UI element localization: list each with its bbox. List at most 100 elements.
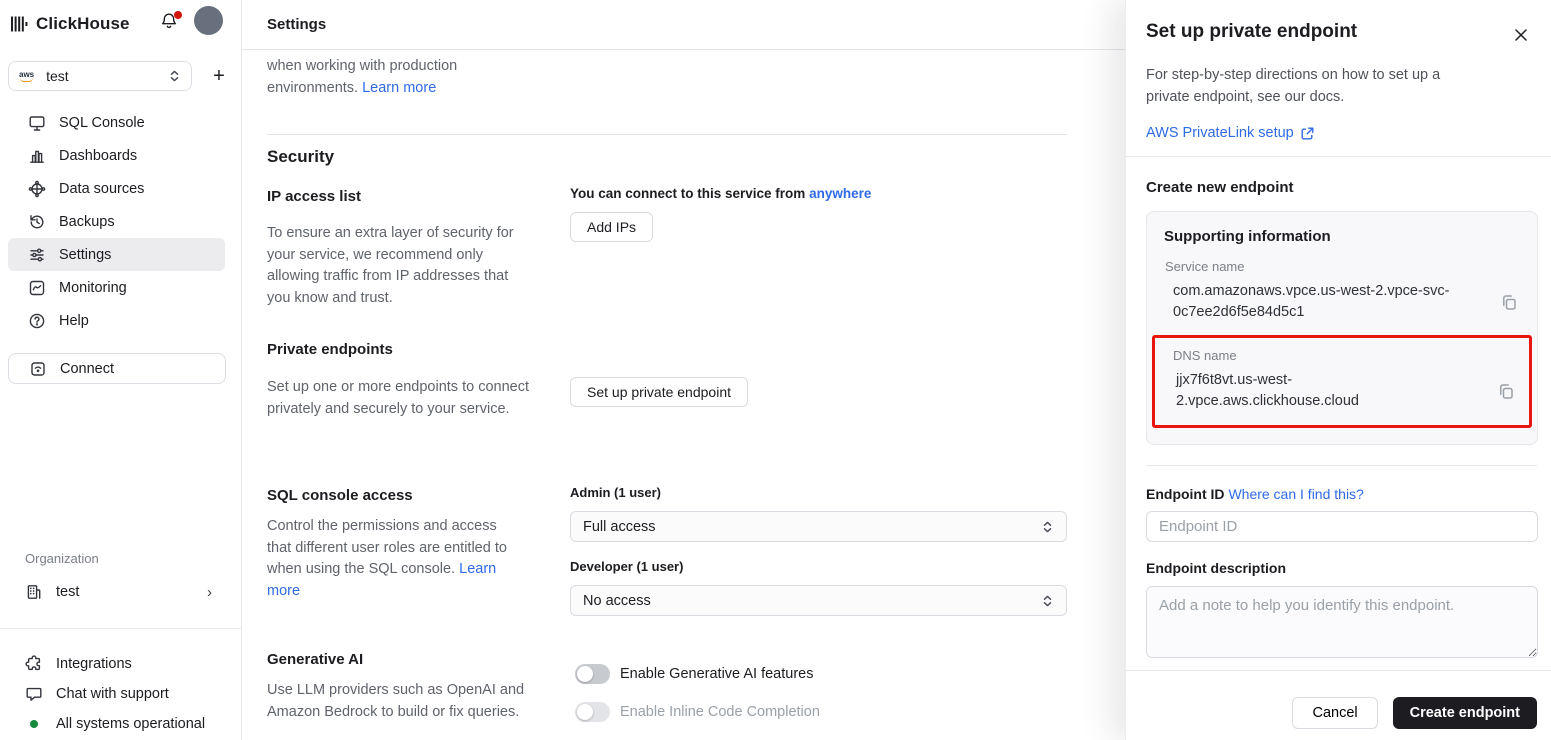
endpoint-id-label: Endpoint ID bbox=[1146, 486, 1225, 502]
service-name-label: Service name bbox=[1165, 259, 1245, 274]
user-avatar[interactable] bbox=[194, 6, 223, 35]
sidebar-item-monitoring[interactable]: Monitoring bbox=[8, 271, 225, 304]
connect-button[interactable]: Connect bbox=[8, 353, 226, 384]
sidebar-item-label: Dashboards bbox=[59, 147, 138, 164]
add-service-button[interactable]: + bbox=[205, 62, 233, 90]
supporting-information-title: Supporting information bbox=[1164, 228, 1331, 245]
sidebar-item-label: Settings bbox=[59, 246, 112, 263]
aws-privatelink-link[interactable]: AWS PrivateLink setup bbox=[1146, 125, 1294, 141]
updown-chevron-icon bbox=[168, 69, 181, 83]
system-status-item[interactable]: All systems operational bbox=[8, 711, 226, 737]
private-endpoints-title: Private endpoints bbox=[267, 341, 393, 358]
panel-description: For step-by-step directions on how to se… bbox=[1146, 67, 1441, 105]
sidebar-item-chat-support[interactable]: Chat with support bbox=[8, 681, 226, 707]
ip-access-list-description: To ensure an extra layer of security for… bbox=[267, 225, 514, 306]
connect-label: Connect bbox=[60, 360, 115, 377]
anywhere-link[interactable]: anywhere bbox=[809, 186, 871, 201]
panel-footer: Cancel Create endpoint bbox=[1126, 670, 1551, 740]
ip-access-list-title: IP access list bbox=[267, 188, 361, 205]
learn-more-link[interactable]: Learn more bbox=[362, 80, 436, 96]
settings-sliders-icon bbox=[28, 246, 46, 264]
page-title: Settings bbox=[267, 16, 327, 33]
admin-role-label: Admin (1 user) bbox=[570, 485, 662, 500]
generative-ai-toggle-row: Enable Generative AI features bbox=[575, 664, 813, 684]
close-icon[interactable] bbox=[1512, 26, 1530, 44]
endpoint-id-input[interactable] bbox=[1146, 511, 1538, 542]
notification-dot bbox=[174, 11, 182, 19]
developer-role-label: Developer (1 user) bbox=[570, 559, 684, 574]
sql-console-access-title: SQL console access bbox=[267, 487, 413, 504]
sidebar: ClickHouse aws test + SQL Console Dashbo… bbox=[0, 0, 242, 740]
sidebar-item-label: Backups bbox=[59, 213, 115, 230]
organization-item[interactable]: test › bbox=[8, 579, 226, 605]
chat-bubble-icon bbox=[25, 685, 43, 703]
organization-name: test bbox=[56, 584, 80, 600]
security-heading: Security bbox=[267, 147, 335, 166]
inline-completion-toggle-row: Enable Inline Code Completion bbox=[575, 702, 820, 722]
endpoint-id-label-row: Endpoint ID Where can I find this? bbox=[1146, 486, 1364, 502]
setup-private-endpoint-panel: Set up private endpoint For step-by-step… bbox=[1125, 0, 1551, 740]
dns-name-value: jjx7f6t8vt.us-west-2.vpce.aws.clickhouse… bbox=[1176, 372, 1359, 409]
sql-console-icon bbox=[28, 114, 46, 132]
admin-access-select[interactable]: Full access bbox=[570, 511, 1067, 542]
generative-ai-description: Use LLM providers such as OpenAI and Ama… bbox=[267, 682, 525, 720]
where-find-link[interactable]: Where can I find this? bbox=[1228, 486, 1363, 502]
dns-name-highlight-box: DNS name jjx7f6t8vt.us-west-2.vpce.aws.c… bbox=[1152, 335, 1532, 428]
updown-chevron-icon bbox=[1041, 520, 1054, 534]
section-divider bbox=[267, 134, 1067, 135]
app-window: ClickHouse aws test + SQL Console Dashbo… bbox=[0, 0, 1551, 740]
sidebar-item-dashboards[interactable]: Dashboards bbox=[8, 139, 225, 172]
sidebar-item-data-sources[interactable]: Data sources bbox=[8, 172, 225, 205]
service-name: test bbox=[46, 68, 69, 84]
clickhouse-logo-icon[interactable] bbox=[10, 15, 29, 33]
status-green-dot-icon bbox=[30, 720, 38, 728]
sidebar-item-label: Monitoring bbox=[59, 279, 127, 296]
connect-from-text: You can connect to this service from any… bbox=[570, 186, 872, 201]
admin-access-value: Full access bbox=[583, 518, 656, 535]
sidebar-item-label: Data sources bbox=[59, 180, 145, 197]
organization-label: Organization bbox=[25, 551, 99, 566]
panel-divider bbox=[1146, 465, 1537, 466]
data-sources-icon bbox=[28, 180, 46, 198]
supporting-information-card: Supporting information Service name com.… bbox=[1146, 211, 1538, 445]
brand-row: ClickHouse bbox=[10, 6, 233, 40]
sidebar-item-backups[interactable]: Backups bbox=[8, 205, 225, 238]
private-endpoints-description: Set up one or more endpoints to connect … bbox=[267, 379, 529, 417]
service-name-value: com.amazonaws.vpce.us-west-2.vpce-svc-0c… bbox=[1173, 283, 1450, 320]
copy-icon[interactable] bbox=[1498, 291, 1520, 313]
service-selector[interactable]: aws test bbox=[8, 61, 192, 91]
inline-completion-toggle-label: Enable Inline Code Completion bbox=[620, 704, 820, 720]
sidebar-item-integrations[interactable]: Integrations bbox=[8, 651, 226, 677]
dns-name-row: jjx7f6t8vt.us-west-2.vpce.aws.clickhouse… bbox=[1173, 370, 1517, 412]
developer-access-select[interactable]: No access bbox=[570, 585, 1067, 616]
sidebar-item-help[interactable]: Help bbox=[8, 304, 225, 337]
generative-ai-toggle[interactable] bbox=[575, 664, 610, 684]
sidebar-divider bbox=[0, 628, 242, 629]
create-endpoint-button[interactable]: Create endpoint bbox=[1392, 697, 1537, 729]
endpoint-description-textarea[interactable] bbox=[1146, 586, 1538, 658]
developer-access-value: No access bbox=[583, 592, 651, 609]
endpoint-description-label: Endpoint description bbox=[1146, 560, 1286, 576]
add-ips-button[interactable]: Add IPs bbox=[570, 212, 654, 242]
help-question-icon bbox=[28, 312, 46, 330]
notifications-bell-icon[interactable] bbox=[159, 11, 183, 35]
service-name-row: com.amazonaws.vpce.us-west-2.vpce-svc-0c… bbox=[1164, 281, 1520, 323]
create-new-endpoint-heading: Create new endpoint bbox=[1146, 179, 1294, 196]
privatelink-docs-row: AWS PrivateLink setup bbox=[1146, 125, 1315, 141]
panel-divider bbox=[1126, 156, 1551, 157]
panel-title: Set up private endpoint bbox=[1146, 21, 1358, 42]
setup-private-endpoint-button[interactable]: Set up private endpoint bbox=[570, 377, 748, 407]
integrations-puzzle-icon bbox=[25, 655, 43, 673]
generative-ai-title: Generative AI bbox=[267, 651, 364, 668]
copy-icon[interactable] bbox=[1495, 380, 1517, 402]
sidebar-item-sql-console[interactable]: SQL Console bbox=[8, 106, 225, 139]
sidebar-item-settings[interactable]: Settings bbox=[8, 238, 225, 271]
chevron-right-icon: › bbox=[207, 583, 212, 601]
dns-name-label: DNS name bbox=[1173, 348, 1237, 363]
organization-building-icon bbox=[25, 583, 43, 601]
inline-completion-toggle[interactable] bbox=[575, 702, 610, 722]
cancel-button[interactable]: Cancel bbox=[1292, 697, 1378, 729]
system-status-label: All systems operational bbox=[56, 716, 206, 732]
service-selector-row: aws test + bbox=[8, 61, 233, 91]
connect-icon bbox=[29, 360, 47, 378]
